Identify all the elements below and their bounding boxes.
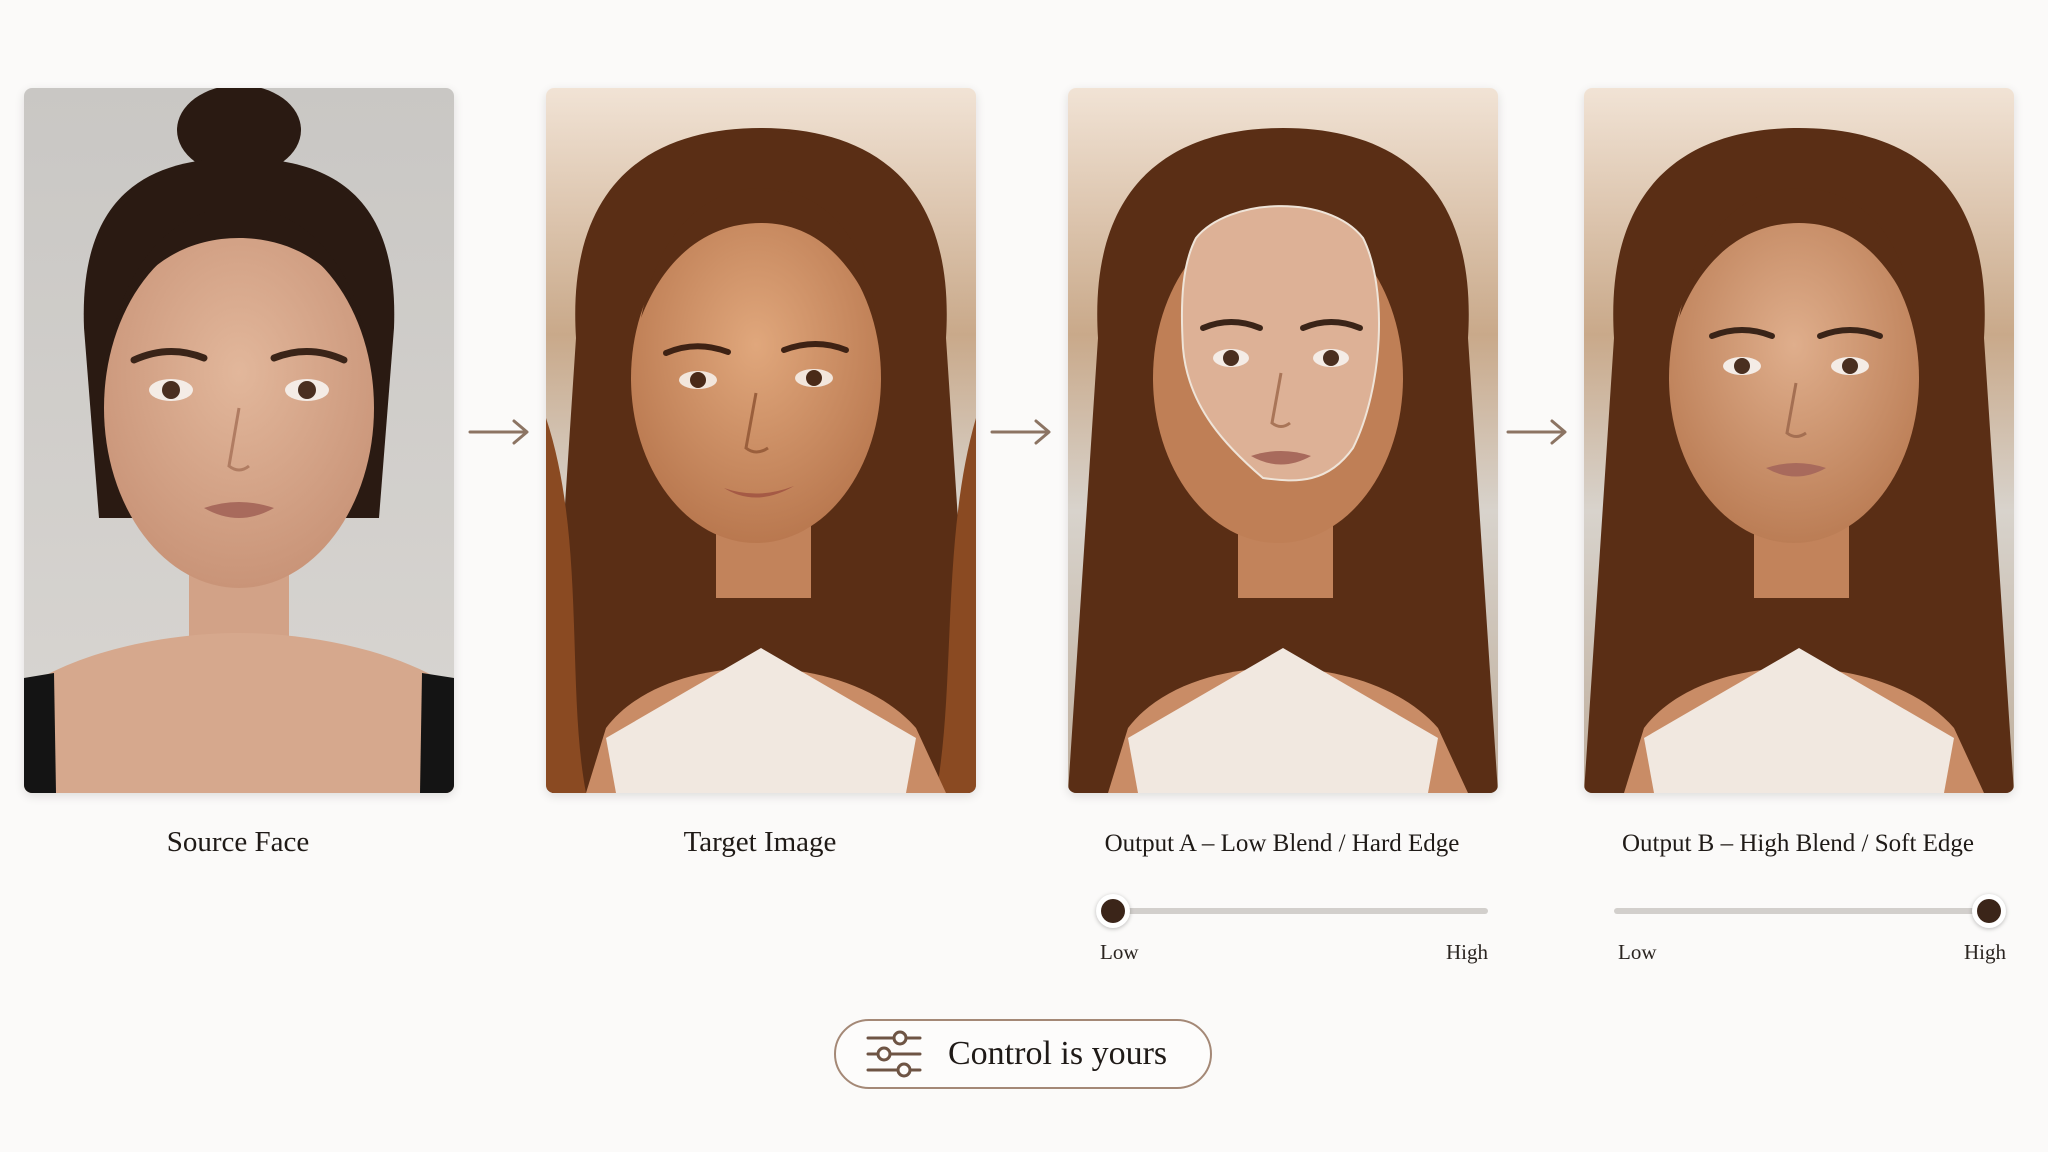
output-b-caption: Output B – High Blend / Soft Edge [1621, 830, 1975, 857]
flow-arrow-icon [990, 418, 1052, 446]
sliders-icon [866, 1030, 922, 1078]
control-is-yours-button[interactable]: Control is yours [834, 1019, 1212, 1089]
blend-slider-a[interactable]: Low High [1096, 890, 1488, 970]
blend-slider-b[interactable]: Low High [1614, 890, 2006, 970]
flow-arrow-icon [1506, 418, 1568, 446]
target-image [546, 88, 976, 793]
output-b-image [1584, 88, 2014, 793]
source-face-caption: Source Face [166, 826, 310, 858]
source-face-image [24, 88, 454, 793]
comparison-stage: Source Face Target Image Output A – Low … [0, 0, 2048, 1152]
slider-track[interactable] [1096, 908, 1488, 914]
slider-low-label: Low [1618, 940, 1657, 964]
flow-arrow-icon [468, 418, 530, 446]
target-image-caption: Target Image [683, 826, 837, 858]
control-is-yours-label: Control is yours [948, 1035, 1168, 1072]
output-a-caption: Output A – Low Blend / Hard Edge [1104, 830, 1460, 857]
slider-track[interactable] [1614, 908, 2006, 914]
output-a-image [1068, 88, 1498, 793]
slider-high-label: High [1964, 940, 2006, 964]
slider-low-label: Low [1100, 940, 1139, 964]
slider-high-label: High [1446, 940, 1488, 964]
slider-thumb[interactable] [1096, 894, 1130, 928]
slider-thumb[interactable] [1972, 894, 2006, 928]
